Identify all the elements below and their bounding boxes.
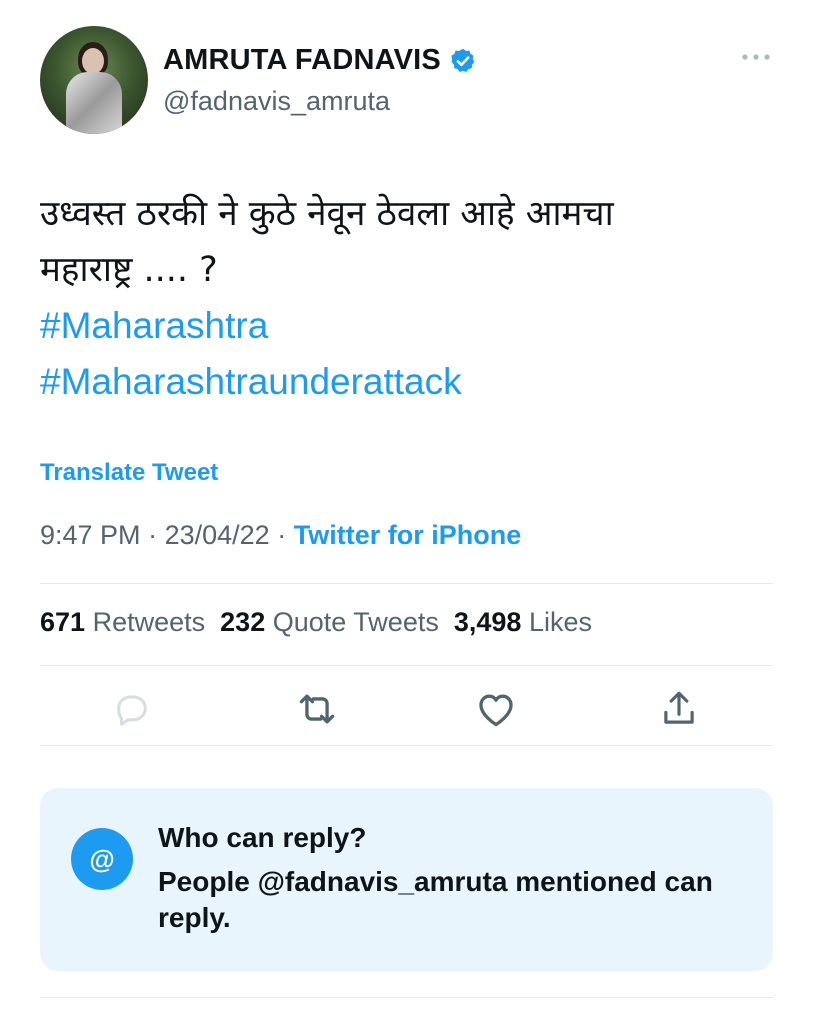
retweets-count: 671	[40, 607, 86, 637]
meta-separator: ·	[277, 520, 287, 550]
avatar-body	[66, 72, 122, 134]
retweet-icon	[299, 694, 335, 724]
retweets-stat[interactable]: 671 Retweets	[40, 607, 205, 637]
quote-tweets-label: Quote Tweets	[272, 607, 439, 637]
quote-tweets-count: 232	[220, 607, 266, 637]
like-icon	[479, 694, 513, 727]
tweet-text-line: उध्वस्त ठरकी ने कुठे नेवून ठेवला आहे आमच…	[40, 194, 614, 234]
divider	[40, 745, 773, 746]
tweet-stats: 671 Retweets 232 Quote Tweets 3,498 Like…	[40, 607, 592, 638]
who-can-reply-card: @ Who can reply? People @fadnavis_amruta…	[40, 788, 773, 971]
author-handle[interactable]: @fadnavis_amruta	[163, 86, 390, 117]
tweet-text: उध्वस्त ठरकी ने कुठे नेवून ठेवला आहे आमच…	[40, 186, 780, 410]
tweet-action-bar	[40, 683, 773, 735]
hashtag-link[interactable]: #Maharashtraunderattack	[40, 354, 780, 410]
mention-icon: @	[71, 828, 133, 890]
share-button[interactable]	[655, 683, 703, 735]
hashtag-link[interactable]: #Maharashtra	[40, 298, 780, 354]
tweet-source-link[interactable]: Twitter for iPhone	[294, 520, 522, 550]
likes-label: Likes	[528, 607, 592, 637]
retweets-label: Retweets	[92, 607, 206, 637]
who-can-reply-description: People @fadnavis_amruta mentioned can re…	[158, 866, 713, 933]
author-name-row[interactable]: AMRUTA FADNAVIS	[163, 44, 477, 77]
translate-tweet-link[interactable]: Translate Tweet	[40, 459, 218, 487]
tweet-time[interactable]: 9:47 PM	[40, 520, 141, 550]
divider	[40, 665, 773, 666]
divider	[40, 997, 773, 998]
more-options-icon[interactable]	[741, 50, 771, 64]
author-name[interactable]: AMRUTA FADNAVIS	[163, 44, 441, 77]
avatar-face	[82, 48, 104, 74]
like-button[interactable]	[472, 683, 520, 735]
tweet-date[interactable]: 23/04/22	[165, 520, 270, 550]
quote-tweets-stat[interactable]: 232 Quote Tweets	[220, 607, 439, 637]
retweet-button[interactable]	[293, 683, 341, 735]
meta-separator: ·	[148, 520, 158, 550]
who-can-reply-title: Who can reply?	[158, 822, 367, 853]
verified-badge-icon	[451, 48, 475, 72]
likes-count: 3,498	[453, 607, 522, 637]
reply-button[interactable]	[108, 683, 156, 735]
divider	[40, 583, 773, 584]
avatar[interactable]	[40, 26, 148, 134]
likes-stat[interactable]: 3,498 Likes	[454, 607, 592, 637]
tweet-text-line: महाराष्ट्र .... ?	[40, 250, 218, 290]
reply-icon	[117, 695, 147, 726]
share-icon	[664, 691, 694, 724]
tweet-metadata: 9:47 PM · 23/04/22 · Twitter for iPhone	[40, 520, 521, 551]
